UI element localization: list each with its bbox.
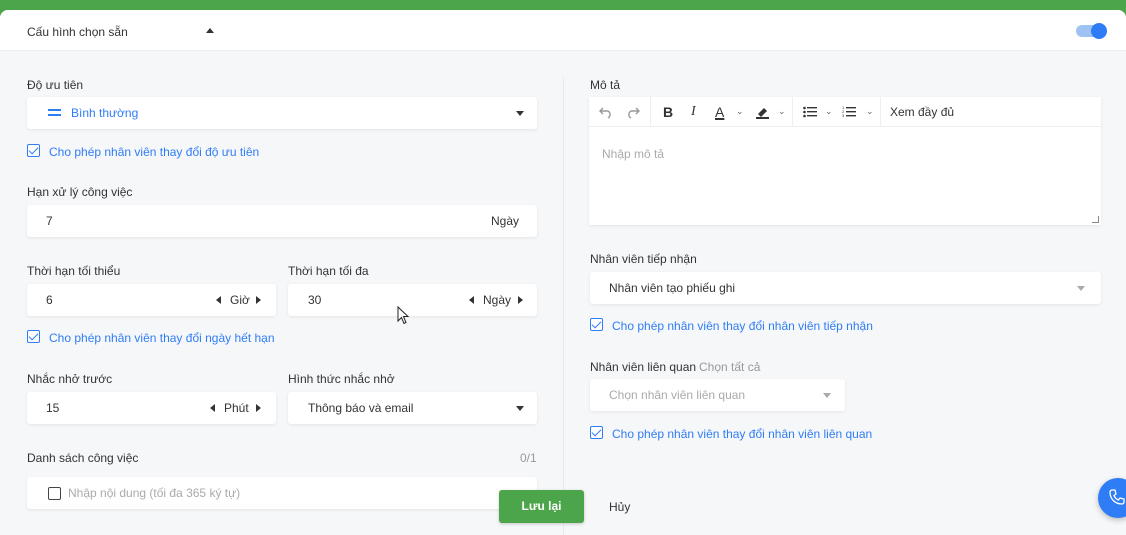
chevron-up-icon[interactable]: [206, 28, 214, 33]
deadline-value: 7: [46, 214, 53, 228]
max-time-value: 30: [308, 293, 322, 307]
related-label: Nhân viên liên quan: [590, 360, 697, 374]
receiver-select[interactable]: Nhân viên tạo phiếu ghi: [590, 272, 1101, 304]
priority-select[interactable]: Bình thường: [27, 97, 537, 129]
allow-receiver-checkbox[interactable]: [590, 318, 603, 331]
allow-priority-checkbox[interactable]: [27, 144, 40, 157]
bold-button[interactable]: B: [663, 104, 673, 120]
decrease-icon[interactable]: [469, 296, 474, 304]
receiver-label: Nhân viên tiếp nhận: [590, 252, 697, 266]
tasks-label: Danh sách công việc: [27, 451, 139, 465]
task-placeholder: Nhập nội dung (tối đa 365 ký tự): [68, 486, 241, 500]
remind-method-select[interactable]: Thông báo và email: [288, 392, 537, 424]
config-card: Cấu hình chọn sẵn Độ ưu tiên Bình thường…: [0, 10, 1126, 535]
deadline-input[interactable]: 7 Ngày: [27, 205, 537, 237]
remind-method-label: Hình thức nhắc nhở: [288, 372, 395, 386]
chevron-down-icon[interactable]: ⌄: [866, 106, 874, 117]
decrease-icon[interactable]: [216, 296, 221, 304]
allow-priority-label[interactable]: Cho phép nhân viên thay đổi độ ưu tiên: [49, 145, 259, 159]
chevron-down-icon: [516, 111, 524, 116]
allow-related-label[interactable]: Cho phép nhân viên thay đổi nhân viên li…: [612, 427, 872, 441]
font-color-button[interactable]: A: [715, 104, 724, 120]
task-input[interactable]: Nhập nội dung (tối đa 365 ký tự): [27, 477, 537, 509]
numbered-list-icon[interactable]: 1 2 3: [842, 105, 856, 118]
description-label: Mô tả: [590, 78, 621, 92]
increase-icon[interactable]: [256, 296, 261, 304]
related-select[interactable]: Chọn nhân viên liên quan: [590, 379, 845, 411]
chevron-down-icon: [1077, 286, 1085, 291]
column-divider: [563, 77, 564, 535]
toolbar-separator: [880, 97, 881, 127]
deadline-unit: Ngày: [491, 214, 520, 228]
remind-before-value: 15: [46, 401, 60, 415]
resize-handle[interactable]: [1092, 216, 1099, 223]
editor-toolbar: B I A ⌄ ⌄ ⌄ 1 2 3 ⌄ Xem đầy đủ: [589, 97, 1101, 127]
italic-button[interactable]: I: [691, 104, 696, 120]
chevron-down-icon[interactable]: ⌄: [825, 106, 833, 117]
max-time-input[interactable]: 30 Ngày: [288, 284, 537, 316]
priority-label: Độ ưu tiên: [27, 78, 84, 92]
max-time-label: Thời hạn tối đa: [288, 264, 369, 278]
chevron-down-icon: [823, 393, 831, 398]
svg-text:3: 3: [842, 113, 845, 118]
min-time-label: Thời hạn tối thiểu: [27, 264, 121, 278]
allow-receiver-label[interactable]: Cho phép nhân viên thay đổi nhân viên ti…: [612, 319, 873, 333]
select-all-link[interactable]: Chọn tất cả: [699, 360, 760, 374]
allow-related-checkbox[interactable]: [590, 426, 603, 439]
remind-before-unit: Phút: [224, 401, 249, 415]
chevron-down-icon[interactable]: ⌄: [736, 106, 744, 117]
toggle-knob: [1091, 23, 1107, 39]
config-title: Cấu hình chọn sẵn: [27, 25, 128, 39]
toolbar-separator: [650, 97, 651, 127]
allow-deadline-checkbox[interactable]: [27, 330, 40, 343]
decrease-icon[interactable]: [210, 404, 215, 412]
remind-before-input[interactable]: 15 Phút: [27, 392, 276, 424]
min-time-value: 6: [46, 293, 53, 307]
chevron-down-icon[interactable]: ⌄: [778, 106, 786, 117]
phone-icon: [1109, 489, 1125, 505]
description-editor[interactable]: B I A ⌄ ⌄ ⌄ 1 2 3 ⌄ Xem đầy đủ Nhập mô t…: [589, 97, 1101, 225]
priority-lines-icon: [48, 109, 61, 116]
increase-icon[interactable]: [256, 404, 261, 412]
deadline-label: Hạn xử lý công việc: [27, 185, 133, 199]
chevron-down-icon: [516, 406, 524, 411]
preset-toggle[interactable]: [1076, 23, 1107, 39]
config-header[interactable]: Cấu hình chọn sẵn: [0, 10, 1126, 51]
increase-icon[interactable]: [518, 296, 523, 304]
highlighter-icon[interactable]: [755, 105, 770, 119]
priority-value: Bình thường: [71, 106, 139, 120]
call-button[interactable]: [1098, 478, 1126, 518]
redo-icon[interactable]: [626, 105, 640, 119]
task-checkbox[interactable]: [48, 487, 61, 500]
bullet-list-icon[interactable]: [803, 106, 817, 118]
min-time-unit: Giờ: [230, 293, 250, 307]
toolbar-separator: [792, 97, 793, 127]
receiver-value: Nhân viên tạo phiếu ghi: [609, 281, 736, 295]
save-button[interactable]: Lưu lại: [499, 490, 584, 523]
undo-icon[interactable]: [599, 105, 613, 119]
mouse-cursor-icon: [397, 306, 410, 325]
min-time-input[interactable]: 6 Giờ: [27, 284, 276, 316]
cancel-button[interactable]: Hủy: [609, 500, 630, 514]
tasks-count: 0/1: [520, 451, 537, 465]
expand-button[interactable]: Xem đầy đủ: [890, 104, 954, 120]
remind-method-value: Thông báo và email: [308, 401, 414, 415]
description-placeholder: Nhập mô tả: [602, 147, 665, 161]
remind-before-label: Nhắc nhở trước: [27, 372, 113, 386]
allow-deadline-label[interactable]: Cho phép nhân viên thay đổi ngày hết hạn: [49, 331, 275, 345]
related-placeholder: Chọn nhân viên liên quan: [609, 388, 746, 402]
max-time-unit: Ngày: [483, 293, 512, 307]
